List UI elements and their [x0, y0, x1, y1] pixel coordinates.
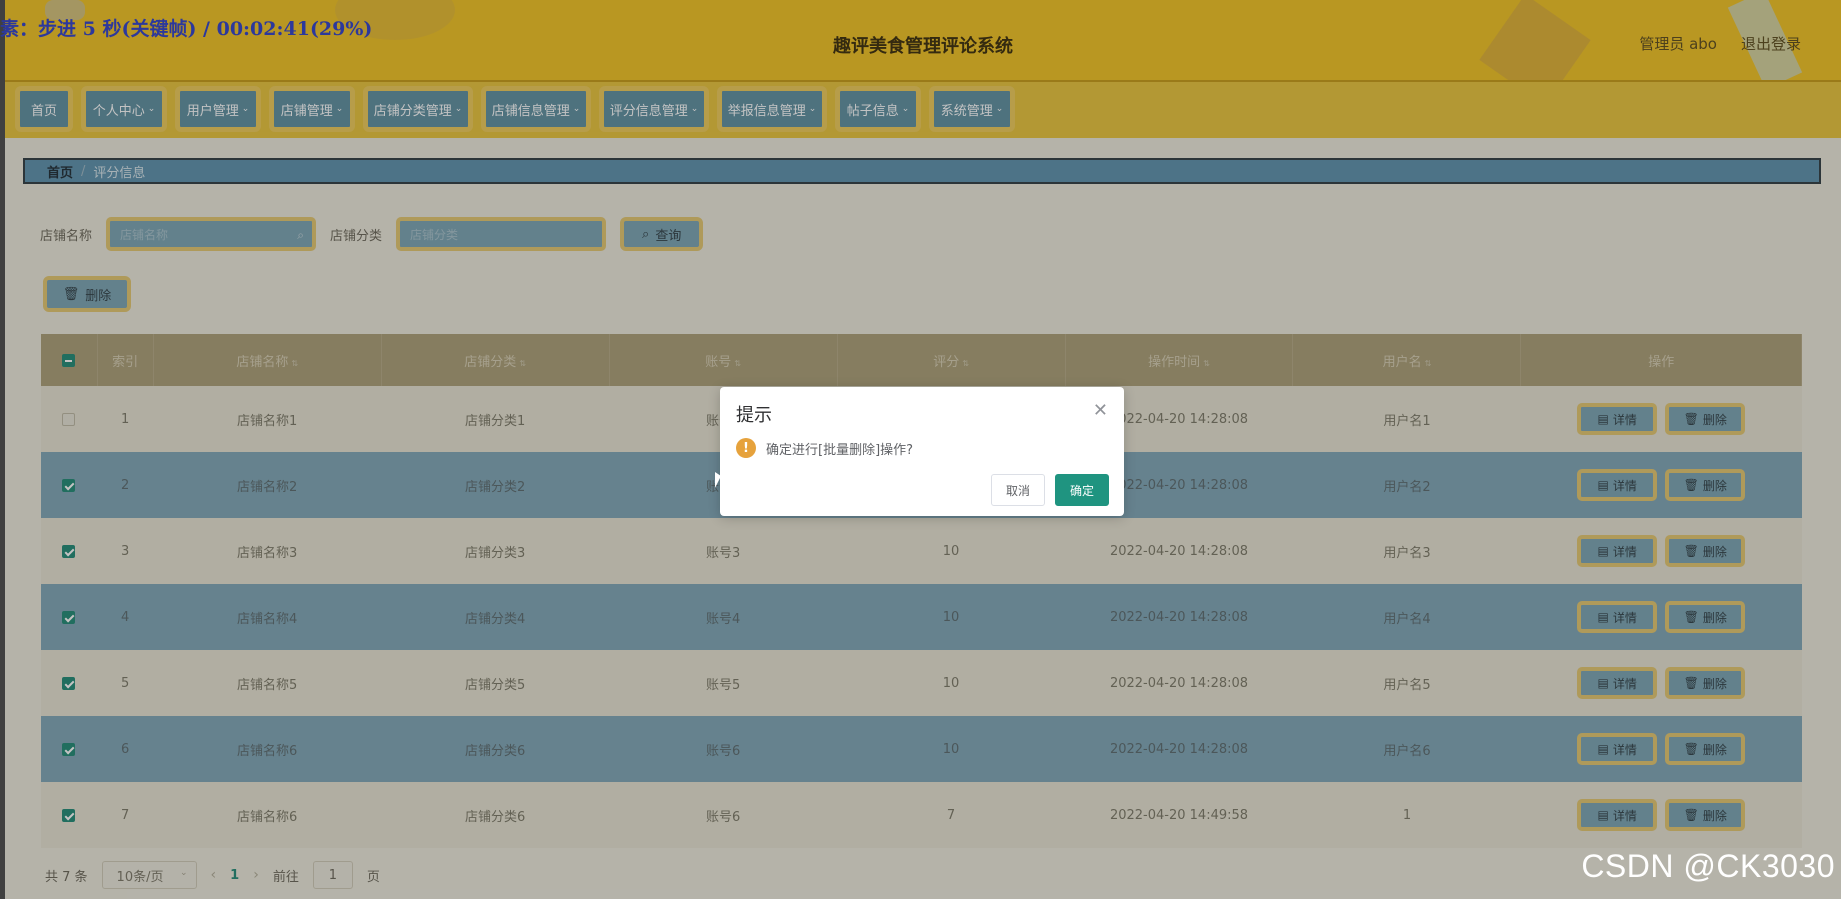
dialog-message-text: 确定进行[批量删除]操作? [766, 442, 914, 458]
dialog-buttons: 取消 确定 [991, 474, 1109, 506]
dialog-message: ! 确定进行[批量删除]操作? [736, 438, 913, 458]
close-icon[interactable]: ✕ [1093, 400, 1108, 421]
mouse-cursor-icon [715, 472, 721, 488]
confirm-button[interactable]: 确定 [1055, 474, 1109, 506]
cancel-button[interactable]: 取消 [991, 474, 1045, 506]
confirm-dialog: 提示 ✕ ! 确定进行[批量删除]操作? 取消 确定 [720, 387, 1124, 516]
warning-icon: ! [736, 438, 756, 458]
dialog-title: 提示 [736, 405, 772, 426]
watermark: CSDN @CK3030 [1581, 848, 1835, 884]
